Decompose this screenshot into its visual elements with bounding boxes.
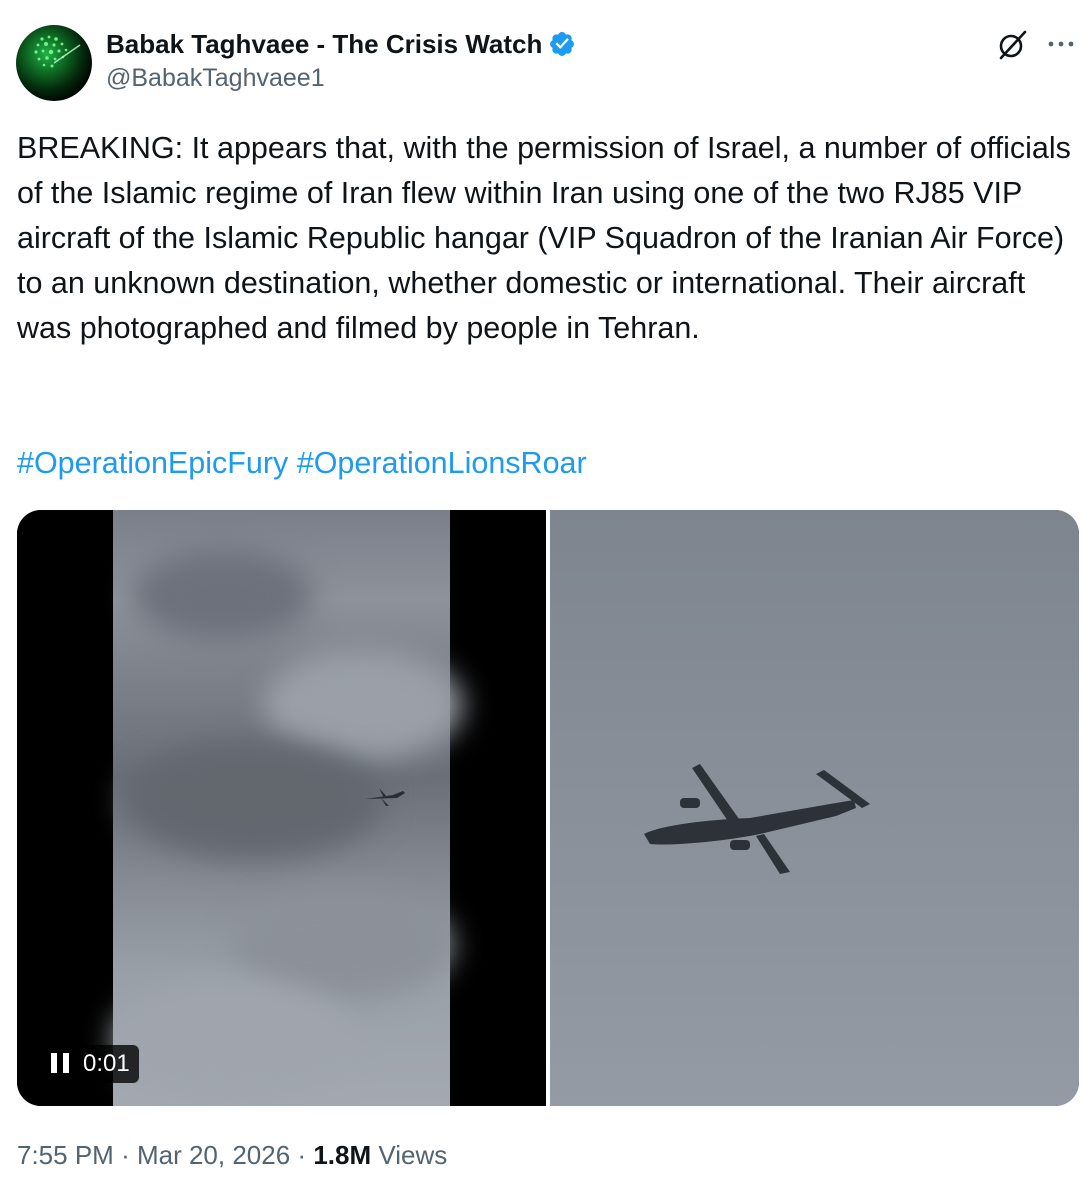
photo-pane[interactable] (550, 510, 1079, 1106)
video-elapsed-time: 0:01 (83, 1050, 130, 1077)
author-handle[interactable]: @BabakTaghvaee1 (106, 64, 325, 93)
tweet-date[interactable]: Mar 20, 2026 (137, 1140, 290, 1170)
radar-avatar-icon (34, 35, 81, 68)
hashtag-link[interactable]: #OperationEpicFury (17, 446, 288, 480)
author-avatar[interactable] (16, 25, 92, 101)
author-name-row[interactable]: Babak Taghvaee - The Crisis Watch (106, 26, 576, 62)
verified-badge-icon[interactable] (548, 30, 576, 58)
pause-icon[interactable] (51, 1053, 69, 1075)
video-frame (113, 510, 463, 1106)
aircraft-small (365, 788, 405, 806)
video-player[interactable]: 0:01 (17, 510, 546, 1106)
meta-separator: · (121, 1140, 130, 1170)
tweet-time[interactable]: 7:55 PM (17, 1140, 114, 1170)
hashtag-row: #OperationEpicFury #OperationLionsRoar (17, 441, 587, 486)
grok-icon[interactable] (995, 28, 1029, 62)
author-display-name[interactable]: Babak Taghvaee - The Crisis Watch (106, 29, 542, 60)
views-label: Views (378, 1140, 448, 1170)
aircraft-large (644, 764, 870, 874)
hashtag-link[interactable]: #OperationLionsRoar (297, 446, 587, 480)
views-count[interactable]: 1.8M (313, 1140, 371, 1170)
tweet-meta: 7:55 PM · Mar 20, 2026 · 1.8M Views (17, 1140, 447, 1171)
tweet-text: BREAKING: It appears that, with the perm… (17, 131, 1071, 345)
media-gallery: 0:01 (17, 510, 1079, 1106)
meta-separator: · (297, 1140, 307, 1170)
video-playback-control[interactable]: 0:01 (41, 1045, 139, 1083)
more-options-icon[interactable] (1045, 30, 1077, 58)
